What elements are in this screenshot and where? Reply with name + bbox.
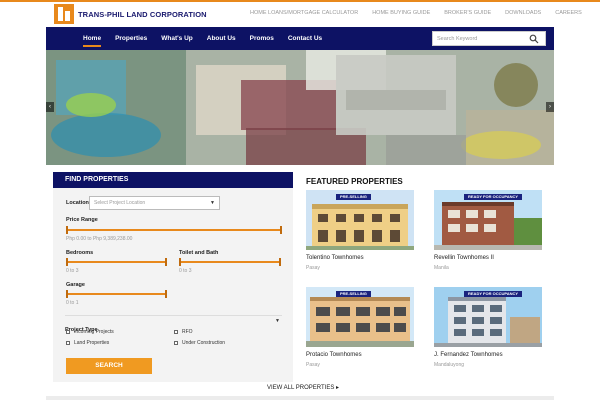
checkbox-label: Land Properties	[74, 340, 110, 346]
nav-item-about-us[interactable]: About Us	[200, 27, 243, 50]
nav-item-whats-up[interactable]: What's Up	[154, 27, 200, 50]
chevron-down-icon: ▼	[210, 200, 215, 206]
toilet-bath-slider[interactable]	[179, 258, 281, 266]
toilet-bath-value: 0 to 3	[179, 268, 192, 274]
status-badge: PRE-SELLING	[336, 291, 371, 297]
property-location: Pasay	[306, 362, 320, 368]
location-select[interactable]: Select Project Location ▼	[89, 196, 220, 210]
hero-slideshow	[46, 50, 554, 165]
featured-properties-title: FEATURED PROPERTIES	[306, 177, 403, 186]
garage-label: Garage	[66, 282, 85, 288]
top-link-careers[interactable]: CAREERS	[555, 10, 582, 16]
checkbox-rfo[interactable]: RFO	[174, 329, 193, 335]
company-logo[interactable]: TRANS-PHIL LAND CORPORATION	[54, 4, 207, 24]
location-select-value: Select Project Location	[94, 200, 146, 206]
nav-item-contact-us[interactable]: Contact Us	[281, 27, 329, 50]
search-icon[interactable]	[529, 34, 539, 44]
slider-handle-min[interactable]	[66, 226, 68, 234]
property-name[interactable]: Protacio Townhomes	[306, 352, 362, 358]
view-all-properties-link[interactable]: VIEW ALL PROPERTIES ▸	[267, 384, 339, 391]
hero-image	[46, 50, 554, 165]
search-button[interactable]: SEARCH	[66, 358, 152, 374]
status-badge: READY FOR OCCUPANCY	[464, 194, 523, 200]
property-name[interactable]: J. Fernandez Townhomes	[434, 352, 503, 358]
bedrooms-slider[interactable]	[66, 258, 167, 266]
search-box	[432, 31, 546, 46]
slider-handle-max[interactable]	[279, 258, 281, 266]
slider-handle-min[interactable]	[66, 258, 68, 266]
logo-mark-icon	[54, 4, 74, 24]
status-badge: PRE-SELLING	[336, 194, 371, 200]
location-label: Location	[66, 200, 89, 206]
slider-handle-max[interactable]	[165, 258, 167, 266]
checkbox-icon	[66, 330, 70, 334]
price-range-slider[interactable]	[66, 226, 282, 234]
checkbox-label: Incoming Projects	[74, 329, 114, 335]
garage-slider[interactable]	[66, 290, 167, 298]
property-image[interactable]: READY FOR OCCUPANCY	[434, 190, 542, 250]
hero-prev-arrow[interactable]: ‹	[46, 102, 54, 112]
property-name[interactable]: Revellin Townhomes II	[434, 255, 494, 261]
footer-divider	[46, 396, 554, 400]
brand-name: TRANS-PHIL	[78, 9, 125, 19]
nav-item-properties[interactable]: Properties	[108, 27, 154, 50]
garage-value: 0 to 1	[66, 300, 79, 306]
bedrooms-label: Bedrooms	[66, 250, 94, 256]
slider-handle-max[interactable]	[165, 290, 167, 298]
slider-handle-min[interactable]	[179, 258, 181, 266]
property-image[interactable]: PRE-SELLING	[306, 190, 414, 250]
property-image[interactable]: PRE-SELLING	[306, 287, 414, 347]
main-nav: Home Properties What's Up About Us Promo…	[46, 27, 554, 50]
top-link-home-buying-guide[interactable]: HOME BUYING GUIDE	[372, 10, 430, 16]
brand-suffix: LAND CORPORATION	[126, 9, 207, 19]
find-properties-title: FIND PROPERTIES	[53, 172, 293, 188]
checkbox-icon	[66, 341, 70, 345]
nav-item-promos[interactable]: Promos	[243, 27, 281, 50]
checkbox-incoming-projects[interactable]: Incoming Projects	[66, 329, 114, 335]
checkbox-label: RFO	[182, 329, 193, 335]
chevron-down-icon: ▼	[275, 318, 280, 324]
toilet-bath-label: Toilet and Bath	[179, 250, 219, 256]
bedrooms-value: 0 to 3	[66, 268, 79, 274]
top-link-downloads[interactable]: DOWNLOADS	[505, 10, 541, 16]
price-range-label: Price Range	[66, 217, 98, 223]
checkbox-label: Under Construction	[182, 340, 226, 346]
search-input[interactable]	[433, 32, 529, 45]
property-location: Pasay	[306, 265, 320, 271]
hero-next-arrow[interactable]: ›	[546, 102, 554, 112]
status-badge: READY FOR OCCUPANCY	[464, 291, 523, 297]
property-location: Mandaluyong	[434, 362, 465, 368]
checkbox-icon	[174, 341, 178, 345]
price-range-value: Php 0.00 to Php 9,389,238.00	[66, 236, 133, 242]
property-name[interactable]: Tolentino Townhomes	[306, 255, 364, 261]
top-accent-bar	[0, 0, 600, 2]
top-link-home-loans[interactable]: HOME LOANS/MORTGAGE CALCULATOR	[250, 10, 358, 16]
slider-handle-max[interactable]	[280, 226, 282, 234]
checkbox-land-properties[interactable]: Land Properties	[66, 340, 109, 346]
view-all-label: VIEW ALL PROPERTIES	[267, 385, 335, 391]
property-location: Manila	[434, 265, 449, 271]
slider-handle-min[interactable]	[66, 290, 68, 298]
chevron-right-icon: ▸	[336, 385, 340, 391]
top-links: HOME LOANS/MORTGAGE CALCULATOR HOME BUYI…	[250, 10, 596, 16]
nav-item-home[interactable]: Home	[76, 27, 108, 50]
top-link-brokers-guide[interactable]: BROKER'S GUIDE	[444, 10, 491, 16]
checkbox-icon	[174, 330, 178, 334]
property-image[interactable]: READY FOR OCCUPANCY	[434, 287, 542, 347]
checkbox-under-construction[interactable]: Under Construction	[174, 340, 225, 346]
